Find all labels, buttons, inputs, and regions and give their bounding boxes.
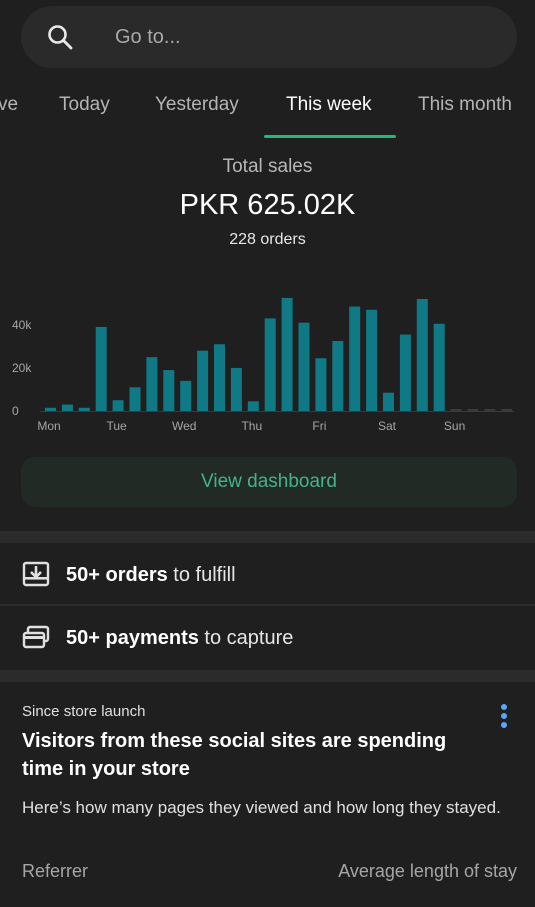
more-vert-icon[interactable] <box>494 702 514 730</box>
card-kicker: Since store launch <box>22 703 146 720</box>
column-header-average-stay: Average length of stay <box>338 861 517 881</box>
chart-bar <box>61 404 73 411</box>
chart-bar <box>129 387 141 411</box>
sales-chart: 0 20k 40k Mon Tue Wed Thu Fri Sat Sun <box>0 280 535 440</box>
chart-bar <box>399 334 411 411</box>
chart-bar <box>416 299 428 411</box>
chart-bar <box>214 344 225 411</box>
x-tick-label: Tue <box>106 419 127 433</box>
chart-bar <box>467 409 479 411</box>
card-title: Visitors from these social sites are spe… <box>22 730 447 780</box>
section-separator <box>0 670 535 682</box>
payments-rest: to capture <box>198 626 294 649</box>
chart-bar <box>332 341 344 411</box>
chart-bar <box>180 380 192 411</box>
chart-bar <box>450 409 462 411</box>
search-placeholder: Go to... <box>115 26 181 48</box>
orders-to-fulfill-text: 50+ orders to fulfill <box>66 564 236 587</box>
chart-bar <box>112 400 124 411</box>
chart-bar <box>247 401 259 411</box>
tab-live[interactable]: ve <box>0 80 18 132</box>
total-sales-value: PKR 625.02K <box>179 189 356 221</box>
tab-today[interactable]: Today <box>59 80 110 132</box>
chart-bar <box>146 357 158 411</box>
y-tick-label: 0 <box>12 404 19 418</box>
chart-bar <box>433 323 445 411</box>
total-sales-label: Total sales <box>222 156 313 177</box>
payments-count-bold: 50+ payments <box>66 626 199 649</box>
chart-bar <box>501 409 513 411</box>
payments-to-capture-row[interactable]: 50+ payments to capture <box>0 606 535 670</box>
chart-bar <box>95 327 107 411</box>
payments-to-capture-text: 50+ payments to capture <box>66 627 293 650</box>
chart-bar <box>366 309 378 411</box>
x-tick-label: Sun <box>444 419 465 433</box>
tab-this-month[interactable]: This month <box>418 80 512 132</box>
chart-bar <box>197 350 209 411</box>
credit-card-icon <box>22 625 50 649</box>
sales-bar-chart: 0 20k 40k Mon Tue Wed Thu Fri Sat Sun <box>12 297 514 433</box>
chart-bar <box>484 409 496 411</box>
chart-bar <box>281 297 293 411</box>
y-tick-label: 20k <box>12 361 32 375</box>
chart-bar <box>315 358 327 411</box>
orders-to-fulfill-row[interactable]: 50+ orders to fulfill <box>0 543 535 607</box>
x-tick-label: Thu <box>241 419 262 433</box>
x-tick-label: Sat <box>378 419 397 433</box>
chart-bar <box>264 318 276 411</box>
x-tick-label: Wed <box>172 419 196 433</box>
chart-bar <box>349 306 361 411</box>
chart-bar <box>45 407 56 411</box>
active-tab-indicator <box>264 135 396 138</box>
tab-yesterday[interactable]: Yesterday <box>155 80 239 132</box>
chart-bar <box>298 322 310 411</box>
x-tick-label: Mon <box>37 419 60 433</box>
section-separator <box>0 531 535 543</box>
tab-this-week[interactable]: This week <box>286 80 372 132</box>
chart-bar <box>383 392 394 411</box>
x-tick-label: Fri <box>312 419 326 433</box>
card-description: Here’s how many pages they viewed and ho… <box>22 798 501 817</box>
view-dashboard-button[interactable]: View dashboard <box>21 457 517 507</box>
search-icon <box>48 25 73 50</box>
orders-rest: to fulfill <box>167 563 236 586</box>
search-bar[interactable]: Go to... <box>21 6 517 68</box>
chart-bar <box>163 370 175 411</box>
orders-count: 228 orders <box>229 231 306 248</box>
chart-bar <box>78 407 90 411</box>
column-header-referrer: Referrer <box>22 861 89 881</box>
chart-bar <box>230 367 242 411</box>
download-tray-icon <box>22 561 50 587</box>
y-tick-label: 40k <box>12 318 32 332</box>
orders-count-bold: 50+ orders <box>66 563 168 586</box>
period-tabs: ve Today Yesterday This week This month <box>0 80 535 140</box>
